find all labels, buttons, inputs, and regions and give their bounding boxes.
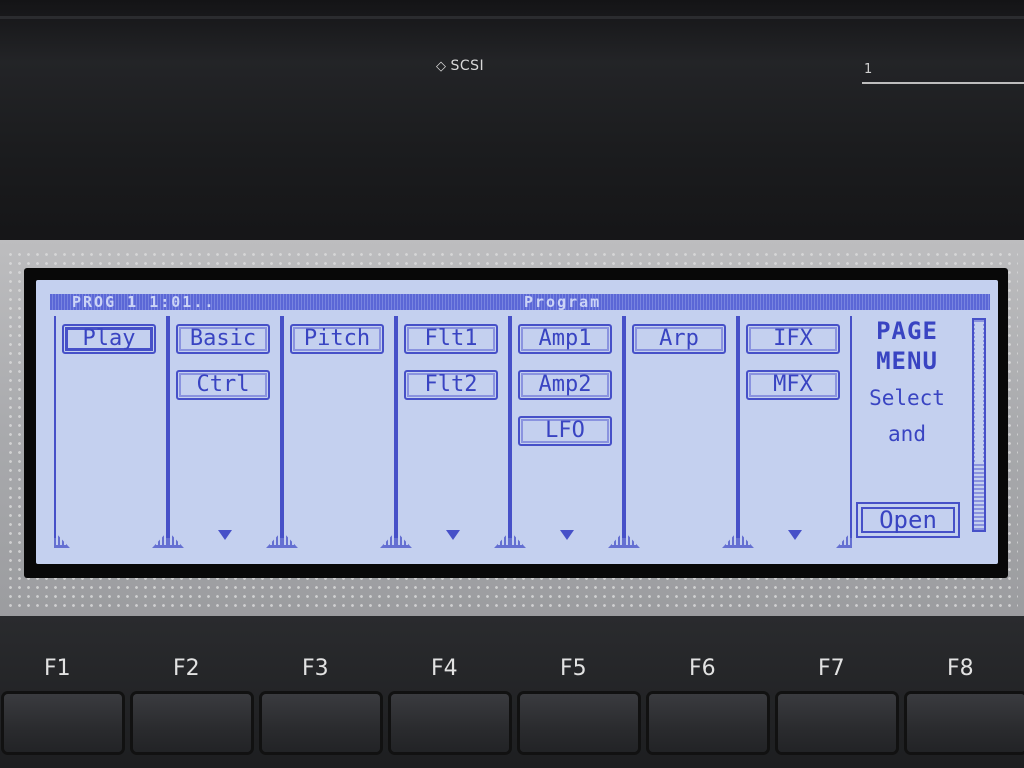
function-key-label-f1: F1 bbox=[44, 656, 71, 681]
function-key-f8[interactable] bbox=[907, 694, 1024, 752]
more-pages-arrow-icon bbox=[446, 530, 460, 540]
scsi-label: SCSI bbox=[450, 58, 485, 74]
lcd-screen: PROG 1 1:01.. Program Play Basic Ctrl Pitch… bbox=[36, 280, 998, 564]
function-key-label-f4: F4 bbox=[431, 656, 458, 681]
more-pages-arrow-icon bbox=[560, 530, 574, 540]
page-tab-5: Amp1 Amp2 LFO bbox=[510, 316, 624, 540]
page-tabs: Play Basic Ctrl Pitch Flt1 Flt2 Amp1 Amp2 LFO Arp… bbox=[54, 316, 972, 548]
scrollbar[interactable] bbox=[972, 318, 986, 532]
page-tab-2: Basic Ctrl bbox=[168, 316, 282, 540]
function-key-f7[interactable] bbox=[778, 694, 896, 752]
page-tab-1: Play bbox=[54, 316, 168, 538]
mode-title: Program bbox=[524, 293, 602, 311]
function-key-label-f2: F2 bbox=[173, 656, 200, 681]
page-button-amp2[interactable]: Amp2 bbox=[518, 370, 612, 400]
page-tab-6: Arp bbox=[624, 316, 738, 538]
program-number: PROG 1 1:01.. bbox=[72, 293, 216, 311]
function-key-f2[interactable] bbox=[133, 694, 251, 752]
page-button-arp[interactable]: Arp bbox=[632, 324, 726, 354]
page-menu-title-1: PAGE bbox=[876, 317, 938, 345]
page-button-basic[interactable]: Basic bbox=[176, 324, 270, 354]
more-pages-arrow-icon bbox=[788, 530, 802, 540]
function-key-f6[interactable] bbox=[649, 694, 767, 752]
diamond-arrow-icon: ◇ bbox=[436, 59, 447, 74]
page-button-flt1[interactable]: Flt1 bbox=[404, 324, 498, 354]
page-tab-7: IFX MFX bbox=[738, 316, 852, 540]
page-button-ctrl[interactable]: Ctrl bbox=[176, 370, 270, 400]
scrollbar-thumb[interactable] bbox=[975, 322, 983, 462]
function-key-f4[interactable] bbox=[391, 694, 509, 752]
lcd-header-bar: PROG 1 1:01.. Program bbox=[50, 294, 990, 310]
page-button-ifx[interactable]: IFX bbox=[746, 324, 840, 354]
function-key-f3[interactable] bbox=[262, 694, 380, 752]
page-tab-3: Pitch bbox=[282, 316, 396, 538]
page-button-flt2[interactable]: Flt2 bbox=[404, 370, 498, 400]
function-key-f5[interactable] bbox=[520, 694, 638, 752]
function-key-f1[interactable] bbox=[4, 694, 122, 752]
more-pages-arrow-icon bbox=[218, 530, 232, 540]
page-tab-4: Flt1 Flt2 bbox=[396, 316, 510, 540]
slot-divider bbox=[862, 82, 1024, 84]
page-menu-title-2: MENU bbox=[876, 347, 938, 375]
function-key-label-f6: F6 bbox=[689, 656, 716, 681]
scsi-indicator: ◇ SCSI bbox=[436, 58, 484, 74]
slot-label: 1 bbox=[864, 62, 873, 77]
open-button[interactable]: Open bbox=[856, 502, 960, 538]
top-panel bbox=[0, 0, 1024, 248]
page-menu-panel: PAGE MENU Select and Open bbox=[848, 316, 966, 542]
page-menu-text-1: Select bbox=[869, 386, 945, 410]
function-key-label-f8: F8 bbox=[947, 656, 974, 681]
page-button-play[interactable]: Play bbox=[62, 324, 156, 354]
function-key-label-f7: F7 bbox=[818, 656, 845, 681]
page-button-lfo[interactable]: LFO bbox=[518, 416, 612, 446]
page-button-mfx[interactable]: MFX bbox=[746, 370, 840, 400]
function-key-label-f5: F5 bbox=[560, 656, 587, 681]
page-button-pitch[interactable]: Pitch bbox=[290, 324, 384, 354]
page-button-amp1[interactable]: Amp1 bbox=[518, 324, 612, 354]
function-key-label-f3: F3 bbox=[302, 656, 329, 681]
page-menu-text-2: and bbox=[888, 422, 926, 446]
